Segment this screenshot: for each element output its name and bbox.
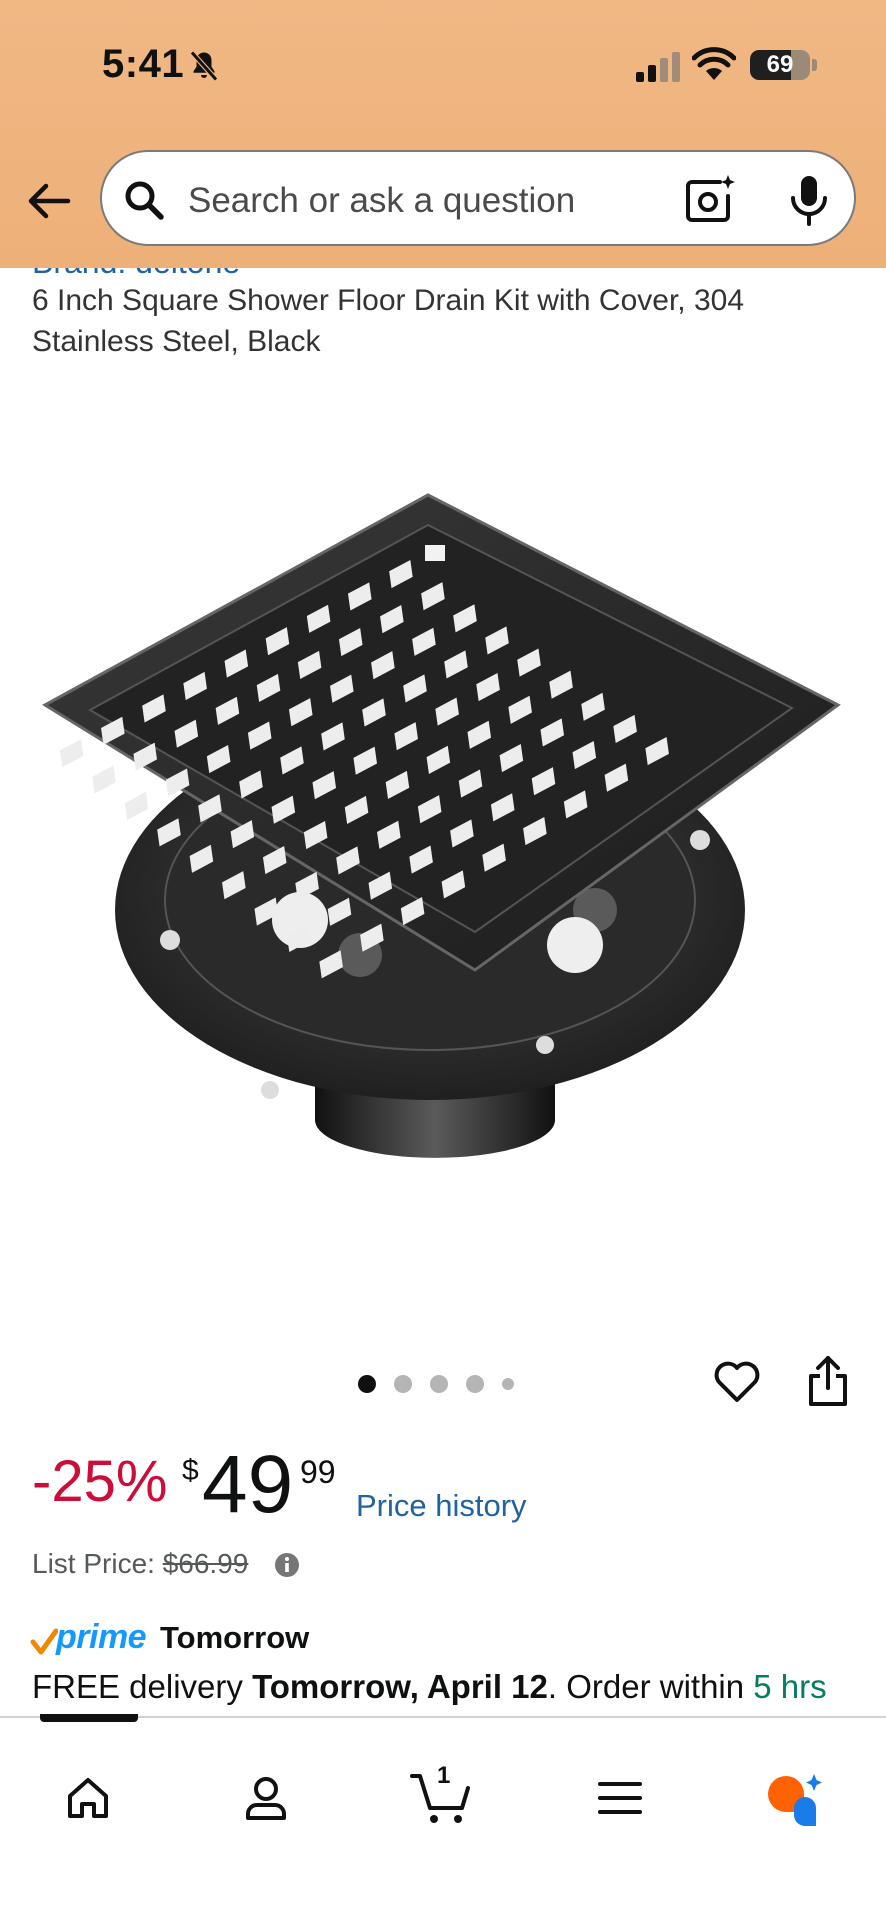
search-input[interactable] <box>186 172 750 230</box>
search-bar[interactable] <box>100 150 856 246</box>
product-image[interactable] <box>30 470 850 1190</box>
battery-cap <box>812 59 817 71</box>
pagination-dot-1[interactable] <box>358 1375 376 1393</box>
price-history-link[interactable]: Price history <box>356 1488 527 1524</box>
bottom-navigation: 1 <box>0 1714 886 1922</box>
cart-count: 1 <box>437 1762 451 1789</box>
delivery-message: FREE delivery Tomorrow, April 12. Order … <box>32 1668 827 1706</box>
grate-hole <box>92 765 116 794</box>
delivery-countdown: 5 hrs <box>753 1668 827 1705</box>
delivery-mid: . Order within <box>547 1668 754 1705</box>
image-pagination[interactable] <box>358 1372 514 1396</box>
pagination-dot-4[interactable] <box>466 1375 484 1393</box>
heart-icon[interactable] <box>712 1356 762 1406</box>
grate-hole <box>59 739 84 768</box>
status-bar: 5:41 69 <box>0 0 886 130</box>
nav-menu[interactable] <box>580 1758 660 1838</box>
list-price-value: $66.99 <box>162 1548 249 1579</box>
cell-signal-icon <box>636 52 680 82</box>
wifi-icon <box>692 47 736 80</box>
nav-rufus[interactable] <box>754 1758 834 1838</box>
camera-icon[interactable] <box>682 172 738 228</box>
app-header: 5:41 69 <box>0 0 886 268</box>
price-fraction: 99 <box>300 1454 336 1490</box>
list-price-label: List Price: <box>32 1548 155 1579</box>
nav-active-indicator <box>40 1714 138 1722</box>
pagination-dot-2[interactable] <box>394 1375 412 1393</box>
list-price: List Price: $66.99 <box>32 1548 248 1580</box>
nav-cart[interactable]: 1 <box>402 1758 482 1838</box>
battery-percent: 69 <box>766 51 794 78</box>
info-icon[interactable] <box>274 1552 300 1578</box>
delivery-date: Tomorrow, April 12 <box>252 1668 548 1705</box>
prime-check-icon <box>30 1628 58 1655</box>
back-arrow-icon[interactable] <box>24 176 74 226</box>
bell-off-icon <box>190 50 218 82</box>
pagination-dot-3[interactable] <box>430 1375 448 1393</box>
nav-home[interactable] <box>48 1758 128 1838</box>
menu-icon <box>598 1782 642 1814</box>
nav-account[interactable] <box>226 1758 306 1838</box>
grate-hole <box>124 791 149 821</box>
search-icon <box>125 181 164 220</box>
discount-percent: -25% <box>32 1449 168 1514</box>
account-icon <box>246 1777 286 1820</box>
home-icon <box>68 1778 108 1818</box>
battery-indicator: 69 <box>750 50 810 80</box>
price-currency: $ <box>182 1454 199 1487</box>
price-whole: 49 <box>202 1439 294 1530</box>
status-time: 5:41 <box>102 42 185 86</box>
prime-logo-text: prime <box>56 1618 147 1656</box>
microphone-icon[interactable] <box>784 172 834 228</box>
share-icon[interactable] <box>804 1354 852 1408</box>
product-title: 6 Inch Square Shower Floor Drain Kit wit… <box>32 284 745 358</box>
rufus-icon <box>768 1774 822 1826</box>
delivery-prefix: FREE delivery <box>32 1668 253 1705</box>
prime-speed: Tomorrow <box>160 1620 310 1655</box>
pagination-dot-5[interactable] <box>502 1378 514 1390</box>
